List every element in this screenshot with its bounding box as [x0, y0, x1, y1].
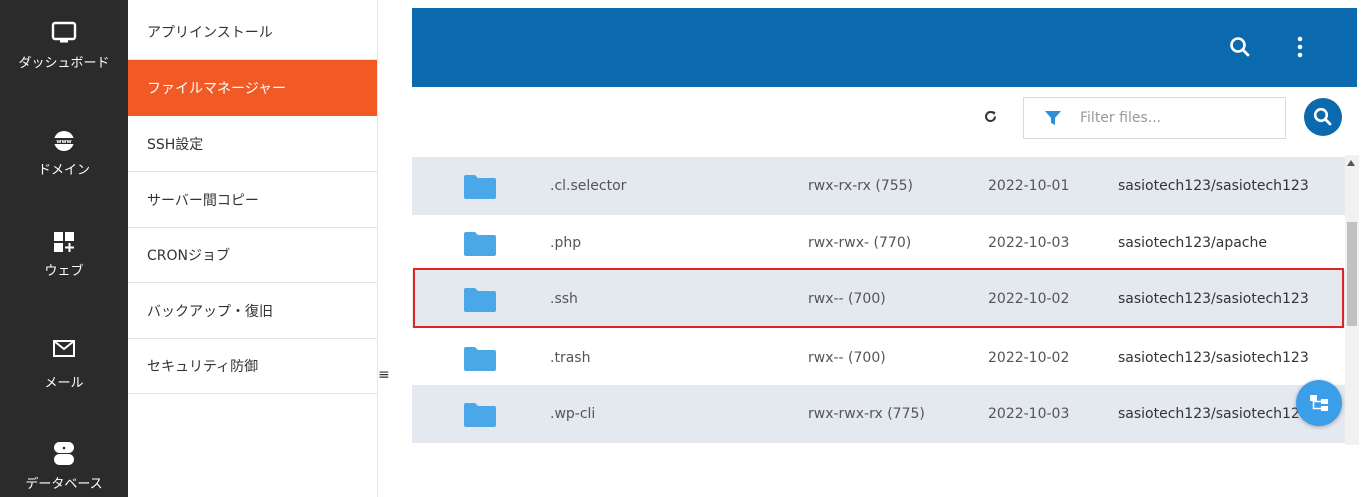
rail-item-domain[interactable]: www ドメイン — [0, 129, 128, 178]
rail-label-database: データベース — [25, 477, 103, 492]
submenu-label: CRONジョブ — [147, 247, 230, 264]
file-date: 2022-10-02 — [988, 291, 1070, 307]
monitor-icon — [51, 21, 77, 43]
rail-item-web[interactable]: ウェブ — [0, 230, 128, 279]
file-owner: sasiotech123/sasiotech123 — [1118, 178, 1309, 194]
folder-icon — [464, 288, 496, 312]
grid-plus-icon — [54, 232, 74, 252]
filter-box — [1023, 97, 1286, 139]
table-row[interactable]: .cl.selector rwx-rx-rx (755) 2022-10-01 … — [412, 157, 1345, 215]
submenu-label: SSH設定 — [147, 136, 204, 153]
icon-rail: ダッシュボード www ドメイン ウェブ メール データベース — [0, 0, 128, 497]
file-date: 2022-10-02 — [988, 350, 1070, 366]
submenu-label: アプリインストール — [147, 24, 273, 41]
submenu-label: バックアップ・復旧 — [147, 303, 273, 320]
file-permissions: rwx-rwx-rx (775) — [808, 406, 925, 422]
more-vertical-icon[interactable] — [1297, 36, 1303, 58]
folder-icon — [464, 403, 496, 427]
file-owner: sasiotech123/sasiotech123 — [1118, 291, 1309, 307]
table-row[interactable]: .trash rwx-- (700) 2022-10-02 sasiotech1… — [412, 329, 1345, 387]
refresh-button[interactable] — [984, 109, 997, 127]
file-owner: sasiotech123/apache — [1118, 235, 1267, 251]
file-owner: sasiotech123/sasiotech123 — [1118, 406, 1309, 422]
submenu-label: セキュリティ防御 — [147, 358, 259, 375]
rail-item-mail[interactable]: メール — [0, 336, 128, 391]
filter-funnel-icon — [1045, 111, 1061, 125]
submenu-item-cron-jobs[interactable]: CRONジョブ — [128, 227, 377, 283]
top-bar — [412, 8, 1357, 87]
submenu-item-app-install[interactable]: アプリインストール — [128, 4, 377, 60]
submenu-item-server-copy[interactable]: サーバー間コピー — [128, 172, 377, 228]
filter-search-button[interactable] — [1304, 98, 1342, 136]
submenu-item-backup-restore[interactable]: バックアップ・復旧 — [128, 283, 377, 339]
file-date: 2022-10-03 — [988, 235, 1070, 251]
submenu-item-file-manager[interactable]: ファイルマネージャー — [128, 60, 377, 116]
submenu-item-ssh-settings[interactable]: SSH設定 — [128, 116, 377, 172]
file-permissions: rwx-- (700) — [808, 350, 886, 366]
rail-label-web: ウェブ — [44, 264, 84, 279]
tree-structure-icon — [1310, 395, 1328, 411]
table-row[interactable]: .php rwx-rwx- (770) 2022-10-03 sasiotech… — [412, 214, 1345, 272]
submenu: アプリインストール ファイルマネージャー SSH設定 サーバー間コピー CRON… — [128, 0, 378, 497]
database-icon — [54, 442, 74, 465]
scrollbar-thumb[interactable] — [1347, 222, 1357, 326]
table-row[interactable]: .wp-cli rwx-rwx-rx (775) 2022-10-03 sasi… — [412, 385, 1345, 443]
search-icon[interactable] — [1229, 36, 1251, 58]
file-permissions: rwx-rx-rx (755) — [808, 178, 914, 194]
collapse-menu-toggle[interactable]: ≡ — [378, 367, 390, 383]
refresh-icon — [985, 111, 996, 122]
file-name[interactable]: .cl.selector — [550, 157, 626, 215]
rail-item-dashboard[interactable]: ダッシュボード — [0, 20, 128, 71]
file-date: 2022-10-01 — [988, 178, 1070, 194]
file-name[interactable]: .ssh — [550, 270, 578, 328]
file-name[interactable]: .wp-cli — [550, 385, 595, 443]
folder-icon — [464, 175, 496, 199]
file-table: .cl.selector rwx-rx-rx (755) 2022-10-01 … — [412, 155, 1345, 445]
rail-label-mail: メール — [44, 376, 84, 391]
file-owner: sasiotech123/sasiotech123 — [1118, 350, 1309, 366]
envelope-icon — [53, 340, 75, 357]
file-permissions: rwx-- (700) — [808, 291, 886, 307]
folder-icon — [464, 347, 496, 371]
rail-label-dashboard: ダッシュボード — [18, 56, 110, 71]
table-row[interactable]: .ssh rwx-- (700) 2022-10-02 sasiotech123… — [412, 270, 1345, 328]
file-name[interactable]: .trash — [550, 329, 590, 387]
svg-text:www: www — [56, 139, 71, 145]
rail-item-database[interactable]: データベース — [0, 441, 128, 492]
submenu-label: ファイルマネージャー — [147, 81, 287, 97]
submenu-label: サーバー間コピー — [147, 192, 259, 209]
file-permissions: rwx-rwx- (770) — [808, 235, 912, 251]
globe-www-icon: www — [53, 131, 75, 151]
file-date: 2022-10-03 — [988, 406, 1070, 422]
search-icon — [1313, 107, 1332, 126]
submenu-item-security[interactable]: セキュリティ防御 — [128, 338, 377, 394]
scroll-up-arrow-icon[interactable] — [1347, 160, 1355, 166]
file-name[interactable]: .php — [550, 214, 581, 272]
rail-label-domain: ドメイン — [37, 163, 90, 178]
file-manager-screen: ダッシュボード www ドメイン ウェブ メール データベース アプリインストー… — [0, 0, 1369, 497]
filter-files-input[interactable] — [1080, 110, 1270, 126]
folder-icon — [464, 232, 496, 256]
tree-view-button[interactable] — [1296, 380, 1342, 426]
